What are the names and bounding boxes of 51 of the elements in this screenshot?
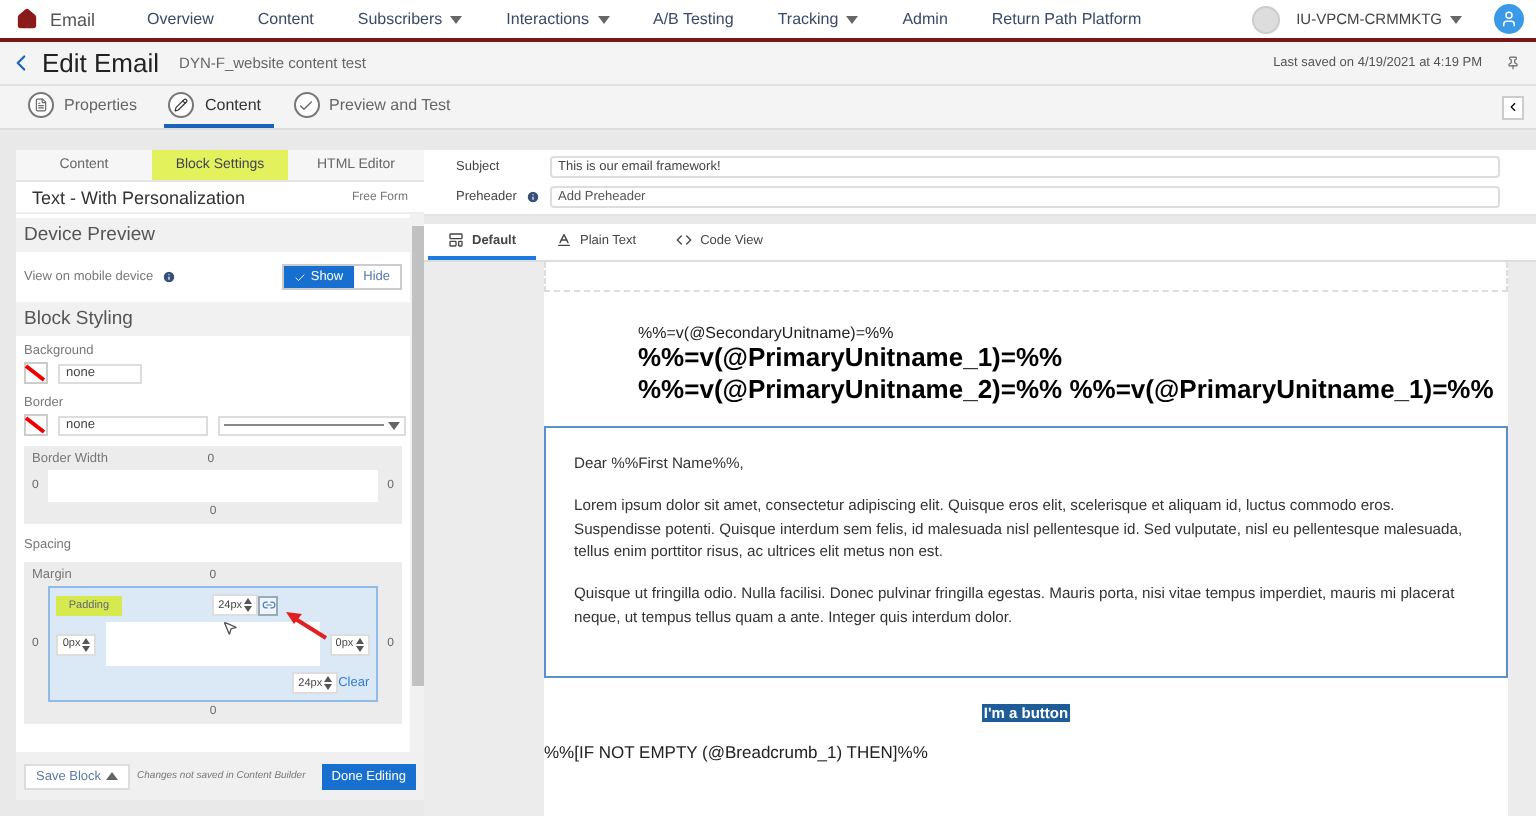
nav-link[interactable]: Overview <box>147 10 214 28</box>
heading-text: %%=v(@SecondaryUnitname)=%% <box>638 324 896 342</box>
code-icon <box>676 232 693 248</box>
nav-link[interactable]: Admin <box>902 10 948 28</box>
section-heading: Device Preview <box>16 218 410 252</box>
border-style-select[interactable] <box>218 415 406 435</box>
page-title: Edit Email <box>42 48 160 78</box>
check-icon <box>294 271 307 283</box>
app-name: Email <box>50 9 96 29</box>
line-style-icon <box>224 423 384 427</box>
arrow-annotation <box>286 612 331 640</box>
block-name: Text - With Personalization <box>32 187 246 207</box>
check-icon <box>293 92 319 118</box>
collapse-button[interactable] <box>1502 95 1524 119</box>
caret-icon <box>388 421 400 429</box>
spinner-arrows-icon <box>355 637 364 651</box>
layout-icon <box>448 232 464 248</box>
user-icon[interactable] <box>1494 4 1524 34</box>
chevron-icon <box>1506 100 1520 114</box>
step-tab[interactable]: Content <box>164 86 273 128</box>
document-icon <box>28 92 54 118</box>
link-toggle[interactable] <box>258 595 279 615</box>
pin-icon[interactable] <box>1506 56 1520 70</box>
cursor-icon <box>222 620 239 636</box>
nav-link[interactable]: Interactions <box>506 10 609 28</box>
pencil-icon <box>168 92 195 118</box>
step-tab[interactable]: Properties <box>24 86 149 128</box>
scrollbar[interactable] <box>410 214 424 752</box>
spinner-arrows-icon <box>244 598 253 612</box>
text-icon <box>556 232 573 248</box>
nav-link[interactable]: Tracking <box>777 10 859 28</box>
info-icon[interactable] <box>526 190 540 204</box>
nav-link[interactable]: A/B Testing <box>653 10 734 28</box>
nav-link[interactable]: Subscribers <box>357 10 463 28</box>
text-block[interactable] <box>544 426 1508 678</box>
section-heading: Block Styling <box>16 302 410 336</box>
nav-link[interactable]: Return Path Platform <box>991 10 1142 28</box>
caret-icon <box>1450 15 1462 23</box>
no-color-swatch[interactable] <box>24 414 48 436</box>
caret-icon <box>105 772 118 780</box>
step-tab[interactable]: Preview and Test <box>289 86 463 128</box>
spinner-arrows-icon <box>82 637 91 651</box>
home-icon[interactable] <box>16 8 38 30</box>
info-icon[interactable] <box>161 270 176 284</box>
no-color-swatch[interactable] <box>24 362 48 384</box>
heading-text: %%=v(@PrimaryUnitname_1)=%% <box>638 342 1065 374</box>
code-text: %%[IF NOT EMPTY (@Breadcrumb_1) THEN]%% <box>544 741 930 762</box>
heading-text: %%=v(@PrimaryUnitname_2)=%% %%=v(@PrimaryUnitname_1)=%% <box>638 373 1496 405</box>
nav-link[interactable]: Content <box>257 10 314 28</box>
spinner-arrows-icon <box>324 676 333 690</box>
avatar <box>1252 5 1281 33</box>
